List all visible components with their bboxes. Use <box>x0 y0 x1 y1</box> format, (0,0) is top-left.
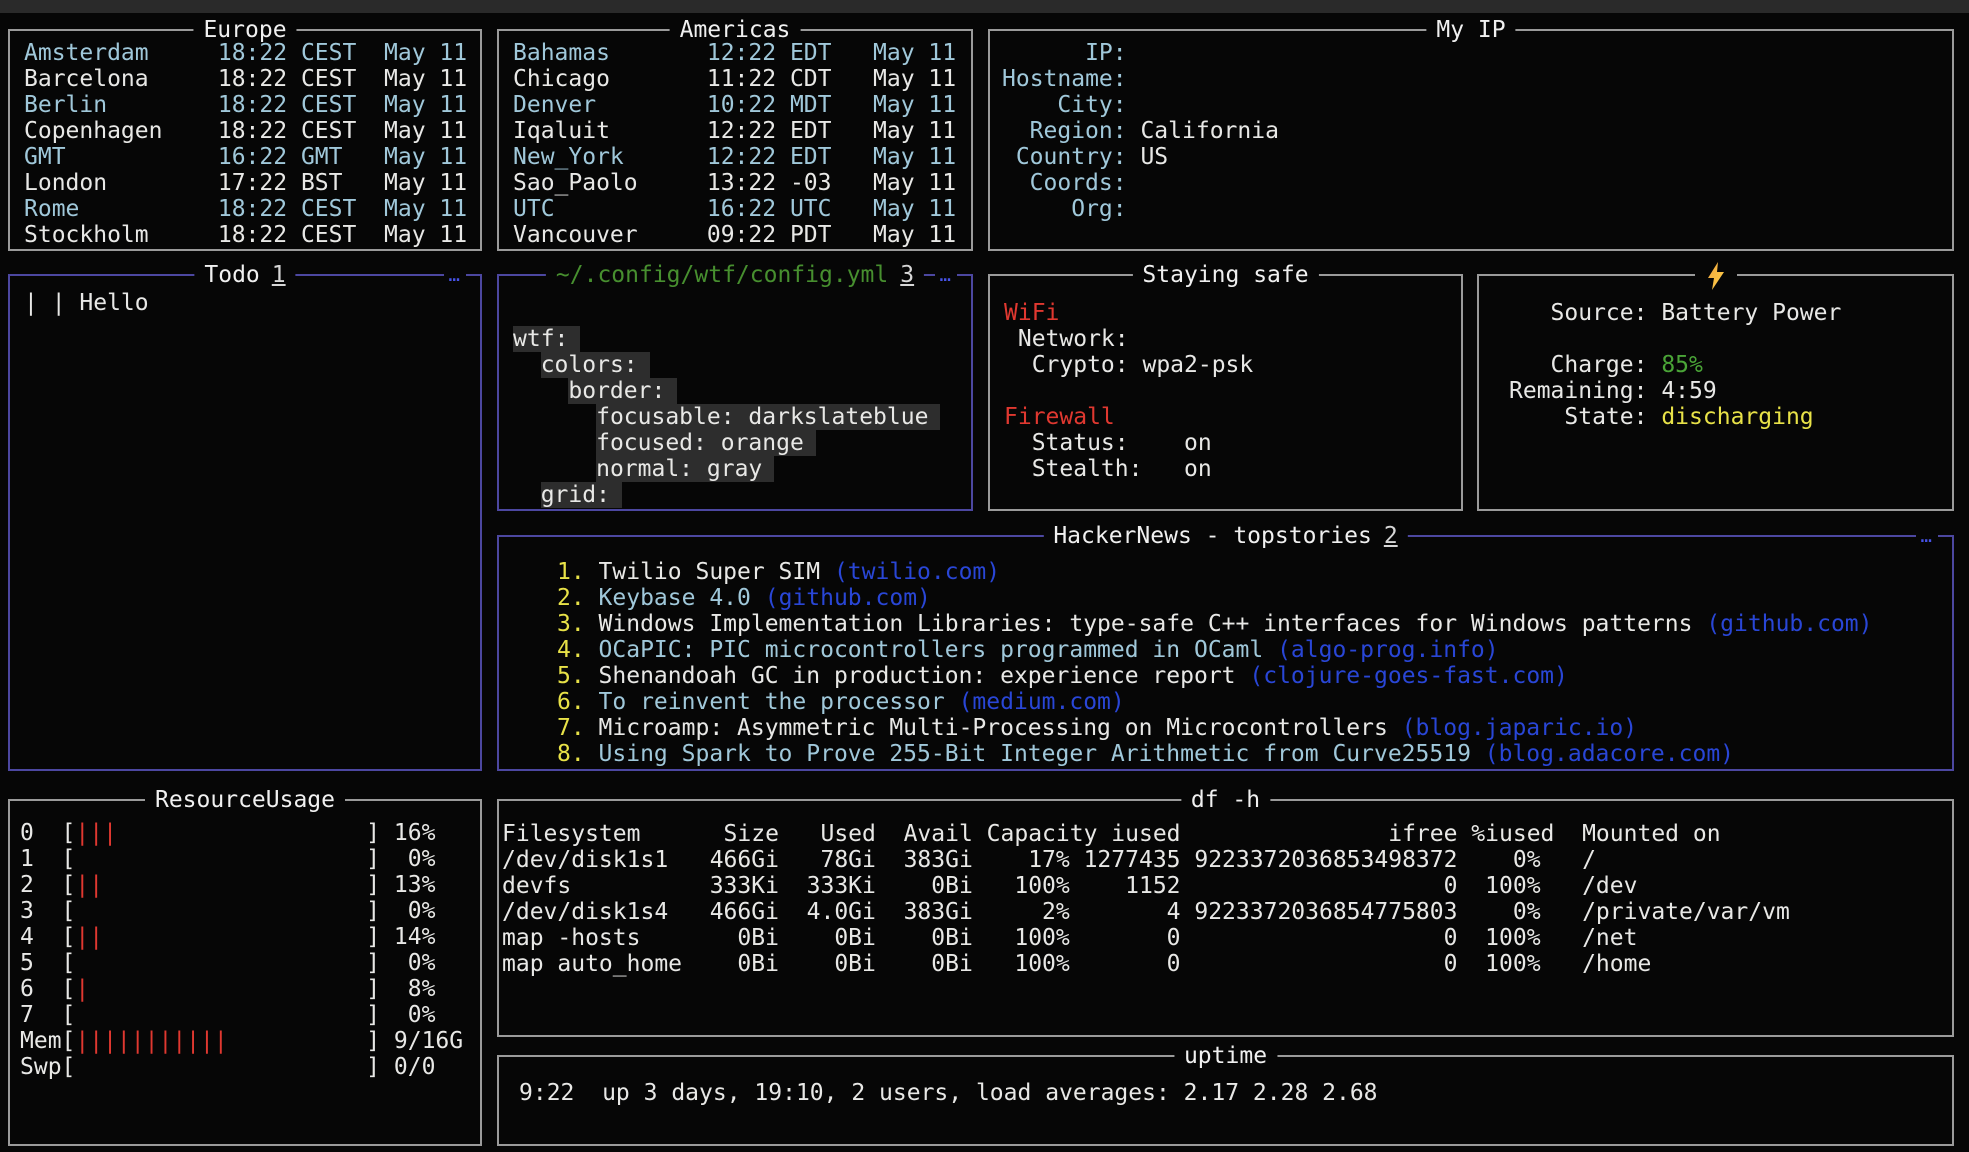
clock-row: Chicago 11:22 CDT May 11 <box>513 66 971 92</box>
clock-row: Denver 10:22 MDT May 11 <box>513 92 971 118</box>
battery-charge-value: 85% <box>1661 352 1703 378</box>
config-line: border: <box>513 378 971 404</box>
df-table-row: map auto_home 0Bi 0Bi 0Bi 100% 0 0 100% … <box>502 951 1952 977</box>
cpu-gauge-row: 5 [ ] 0% <box>20 950 480 976</box>
df-table-row: map -hosts 0Bi 0Bi 0Bi 100% 0 0 100% /ne… <box>502 925 1952 951</box>
clock-row: GMT 16:22 GMT May 11 <box>24 144 480 170</box>
gauge-bars: ||||||||||| <box>75 1028 227 1054</box>
config-line: focusable: darkslateblue <box>513 404 971 430</box>
uptime-text: 9:22 up 3 days, 19:10, 2 users, load ave… <box>519 1080 1952 1106</box>
ip-info-row: Region:California <box>1002 118 1952 144</box>
clock-row: Sao_Paolo 13:22 -03 May 11 <box>513 170 971 196</box>
clock-row: Rome 18:22 CEST May 11 <box>24 196 480 222</box>
clock-row: Stockholm 18:22 CEST May 11 <box>24 222 480 248</box>
clock-row: UTC 16:22 UTC May 11 <box>513 196 971 222</box>
df-table-row: /dev/disk1s4 466Gi 4.0Gi 383Gi 2% 4 9223… <box>502 899 1952 925</box>
hackernews-story[interactable]: 6.To reinvent the processor(medium.com) <box>557 689 1952 715</box>
spacer-line <box>1004 378 1461 404</box>
clock-row: London 17:22 BST May 11 <box>24 170 480 196</box>
panel-hackernews[interactable]: HackerNews - topstories2 … 1.Twilio Supe… <box>497 535 1954 771</box>
gauge-bars: ||| <box>75 820 117 846</box>
hackernews-story[interactable]: 7.Microamp: Asymmetric Multi-Processing … <box>557 715 1952 741</box>
clock-row: New_York 12:22 EDT May 11 <box>513 144 971 170</box>
gauge-bars: | <box>75 976 89 1002</box>
config-line: focused: orange <box>513 430 971 456</box>
memory-gauge-row: Mem[||||||||||| ] 9/16G <box>20 1028 480 1054</box>
config-line: colors: <box>513 352 971 378</box>
terminal-window-edge <box>0 0 1969 13</box>
cpu-gauge-row: 3 [ ] 0% <box>20 898 480 924</box>
security-wifi-heading: WiFi <box>1004 300 1461 326</box>
panel-resource-usage: ResourceUsage 0 [||| ] 16% 1 [ ] 0% 2 [|… <box>8 799 482 1146</box>
battery-row: State: discharging <box>1509 404 1952 430</box>
battery-row: Remaining: 4:59 <box>1509 378 1952 404</box>
clock-row: Copenhagen 18:22 CEST May 11 <box>24 118 480 144</box>
panel-my-ip: My IP IP: Hostname: City: Region:Califor… <box>988 29 1954 251</box>
hackernews-story[interactable]: 4.OCaPIC: PIC microcontrollers programme… <box>557 637 1952 663</box>
security-row: Stealth: on <box>1004 456 1461 482</box>
cpu-gauge-row: 1 [ ] 0% <box>20 846 480 872</box>
battery-row: Charge: 85% <box>1509 352 1952 378</box>
panel-battery: Source: Battery Power Charge: 85% Remain… <box>1477 274 1954 511</box>
hackernews-story[interactable]: 2.Keybase 4.0(github.com) <box>557 585 1952 611</box>
clock-row: Iqaluit 12:22 EDT May 11 <box>513 118 971 144</box>
df-table-row: devfs 333Ki 333Ki 0Bi 100% 1152 0 100% /… <box>502 873 1952 899</box>
panel-clocks-europe: Europe Amsterdam 18:22 CEST May 11 Barce… <box>8 29 482 251</box>
panel-config-file[interactable]: ~/.config/wtf/config.yml3 … wtf: colors:… <box>497 274 973 511</box>
battery-state-value: discharging <box>1661 404 1813 430</box>
panel-uptime: uptime 9:22 up 3 days, 19:10, 2 users, l… <box>497 1055 1954 1146</box>
ip-info-row: IP: <box>1002 40 1952 66</box>
clock-row: Amsterdam 18:22 CEST May 11 <box>24 40 480 66</box>
clock-row: Berlin 18:22 CEST May 11 <box>24 92 480 118</box>
ip-info-row: Org: <box>1002 196 1952 222</box>
panel-df: df -h Filesystem Size Used Avail Capacit… <box>497 799 1954 1037</box>
cpu-gauge-row: 7 [ ] 0% <box>20 1002 480 1028</box>
ip-info-row: City: <box>1002 92 1952 118</box>
panel-clocks-americas: Americas Bahamas 12:22 EDT May 11 Chicag… <box>497 29 973 251</box>
security-firewall-heading: Firewall <box>1004 404 1461 430</box>
spacer-line <box>1509 326 1952 352</box>
gauge-bars: || <box>75 872 103 898</box>
ip-info-row: Hostname: <box>1002 66 1952 92</box>
hackernews-story[interactable]: 8.Using Spark to Prove 255-Bit Integer A… <box>557 741 1952 767</box>
hackernews-story[interactable]: 5.Shenandoah GC in production: experienc… <box>557 663 1952 689</box>
ip-info-row: Country:US <box>1002 144 1952 170</box>
df-table-row: /dev/disk1s1 466Gi 78Gi 383Gi 17% 127743… <box>502 847 1952 873</box>
security-row: Network: <box>1004 326 1461 352</box>
clock-row: Bahamas 12:22 EDT May 11 <box>513 40 971 66</box>
config-line: wtf: <box>513 326 971 352</box>
cpu-gauge-row: 4 [|| ] 14% <box>20 924 480 950</box>
todo-item[interactable]: | | Hello <box>24 290 480 316</box>
config-line: normal: gray <box>513 456 971 482</box>
gauge-bars: || <box>75 924 103 950</box>
security-row: Crypto: wpa2-psk <box>1004 352 1461 378</box>
security-row: Status: on <box>1004 430 1461 456</box>
cpu-gauge-row: 0 [||| ] 16% <box>20 820 480 846</box>
ip-info-row: Coords: <box>1002 170 1952 196</box>
hackernews-story[interactable]: 1.Twilio Super SIM(twilio.com) <box>557 559 1952 585</box>
hackernews-story[interactable]: 3.Windows Implementation Libraries: type… <box>557 611 1952 637</box>
panel-todo[interactable]: Todo1 … | | Hello <box>8 274 482 771</box>
battery-row: Source: Battery Power <box>1509 300 1952 326</box>
swap-gauge-row: Swp[ ] 0/0 <box>20 1054 480 1080</box>
panel-staying-safe: Staying safe WiFi Network: Crypto: wpa2-… <box>988 274 1463 511</box>
clock-row: Vancouver 09:22 PDT May 11 <box>513 222 971 248</box>
clock-row: Barcelona 18:22 CEST May 11 <box>24 66 480 92</box>
cpu-gauge-row: 6 [| ] 8% <box>20 976 480 1002</box>
config-line: grid: <box>513 482 971 508</box>
cpu-gauge-row: 2 [|| ] 13% <box>20 872 480 898</box>
df-table-header: Filesystem Size Used Avail Capacity iuse… <box>502 821 1952 847</box>
